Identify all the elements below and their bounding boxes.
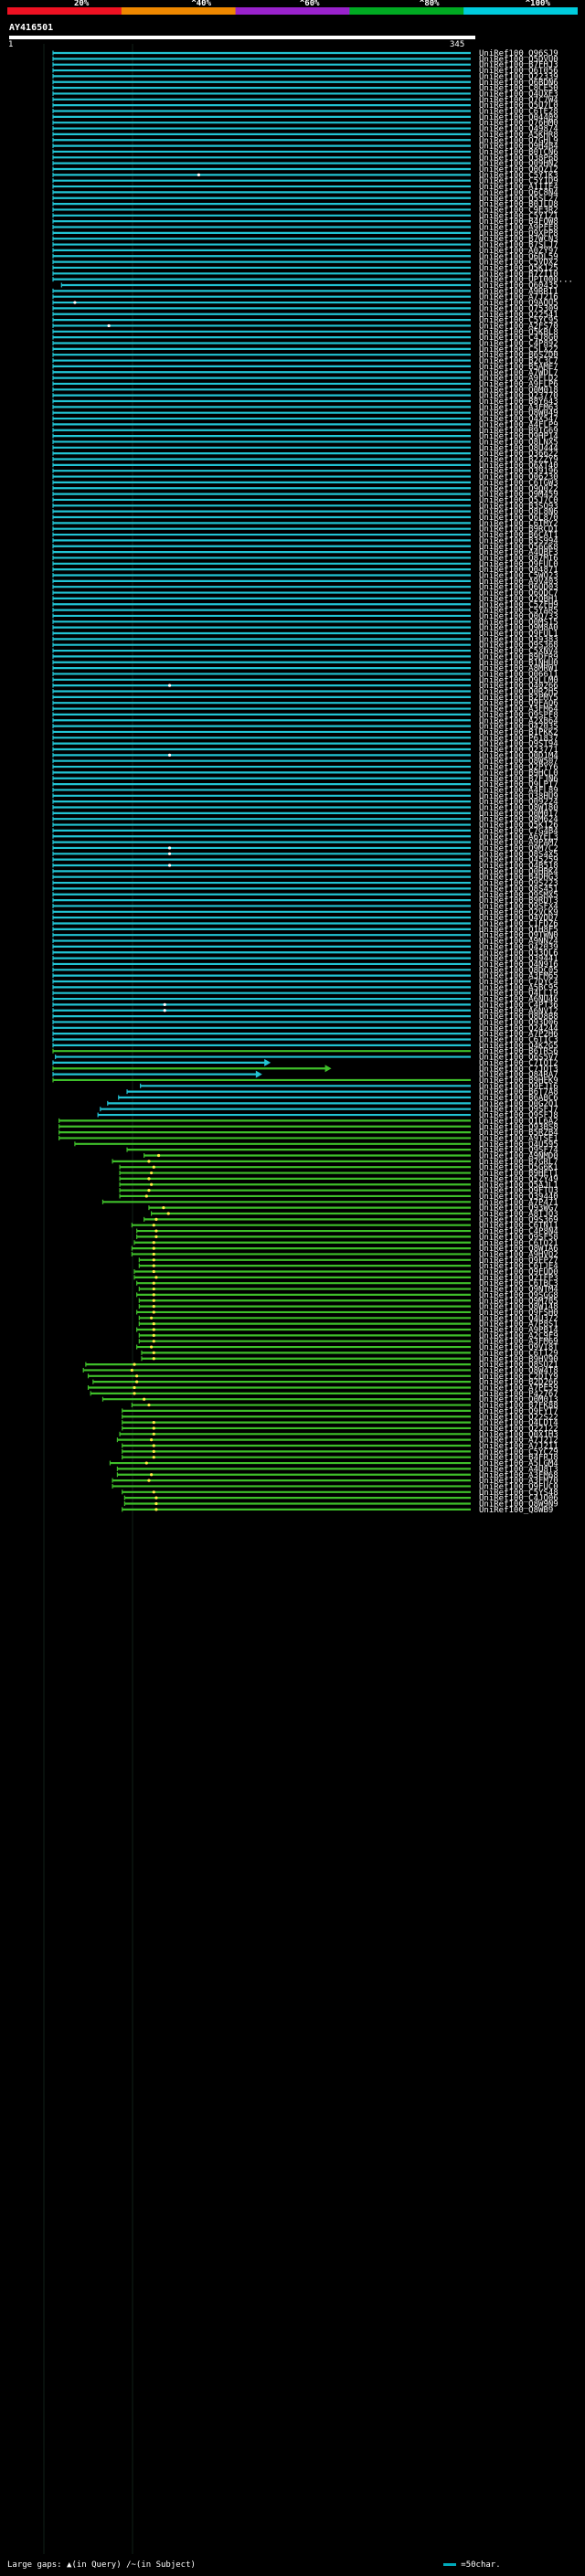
gap-marker-icon: [162, 1206, 165, 1210]
gap-marker-icon: [167, 753, 172, 757]
gap-marker-icon: [152, 1299, 155, 1302]
gap-marker-icon: [144, 1194, 148, 1198]
gap-marker-icon: [152, 1252, 155, 1256]
gap-marker-icon: [152, 1340, 155, 1343]
gap-marker-icon: [130, 1368, 133, 1373]
query-gap-text: (in Query): [71, 2560, 122, 2570]
legend-scale-text: =50char.: [461, 2560, 501, 2570]
gap-marker-icon: [152, 1357, 155, 1361]
gap-marker-icon: [147, 1403, 151, 1407]
gap-marker-icon: [152, 1351, 155, 1354]
gap-marker-icon: [152, 1456, 155, 1459]
gap-marker-icon: [156, 1153, 161, 1158]
gap-marker-icon: [152, 1310, 155, 1314]
gap-marker-icon: [152, 1444, 155, 1447]
gap-marker-icon: [154, 1496, 158, 1500]
gap-marker-icon: [152, 1293, 155, 1297]
gap-marker-icon: [133, 1362, 136, 1366]
subject-gap-text: (in Subject): [135, 2560, 196, 2570]
gap-marker-icon: [144, 1461, 148, 1465]
gap-marker-icon: [147, 1479, 151, 1482]
gap-marker-icon: [167, 684, 172, 687]
gap-marker-icon: [133, 1392, 136, 1395]
gap-marker-icon: [135, 1380, 139, 1383]
gap-marker-icon: [152, 1421, 155, 1425]
truncation-arrow-icon: [324, 1065, 332, 1073]
hit-row[interactable]: UniRef100_Q8WB9: [122, 1506, 554, 1515]
gap-marker-icon: [150, 1171, 154, 1175]
gap-marker-icon: [166, 1212, 170, 1215]
gap-marker-icon: [152, 1490, 155, 1494]
gap-marker-icon: [152, 1258, 155, 1262]
gap-marker-icon: [152, 1328, 155, 1331]
gap-marker-icon: [150, 1345, 154, 1349]
gap-marker-icon: [152, 1287, 155, 1291]
gap-marker-icon: [163, 1009, 166, 1012]
gap-marker-icon: [147, 1189, 151, 1193]
gap-marker-icon: [152, 1241, 155, 1245]
alignment-hits: UniRef100_Q96SJ9UniRef100_Q5DVU0UniRef10…: [43, 44, 573, 2554]
gap-marker-icon: [152, 1224, 155, 1227]
gap-marker-icon: [154, 1501, 158, 1506]
gap-marker-icon: [150, 1316, 154, 1320]
truncation-arrow-icon: [255, 1070, 262, 1078]
gap-marker-icon: [152, 1264, 155, 1267]
gap-marker-icon: [152, 1281, 155, 1285]
gap-marker-icon: [167, 852, 172, 855]
gap-marker-icon: [152, 1432, 155, 1436]
legend-footer: Large gaps: ▲(in Query) /~(in Subject) =…: [7, 2560, 501, 2570]
gap-marker-icon: [107, 323, 111, 328]
gap-marker-icon: [152, 1305, 155, 1309]
truncation-arrow-icon: [264, 1058, 271, 1066]
gap-marker-icon: [152, 1426, 155, 1430]
gap-marker-icon: [152, 1269, 155, 1274]
gap-marker-icon: [167, 846, 172, 850]
gap-marker-icon: [154, 1229, 158, 1233]
gap-marker-icon: [147, 1177, 151, 1181]
gap-marker-icon: [143, 1397, 146, 1401]
gap-marker-icon: [152, 1165, 155, 1169]
gap-marker-icon: [152, 1322, 155, 1326]
legend-swatch: [442, 2563, 456, 2566]
gap-marker-icon: [152, 1333, 155, 1337]
gap-marker-icon: [135, 1374, 139, 1378]
gap-marker-icon: [150, 1473, 154, 1477]
gap-marker-icon: [154, 1217, 158, 1221]
gap-marker-icon: [152, 1246, 155, 1250]
gap-marker-icon: [197, 173, 201, 176]
gap-marker-icon: [152, 1449, 155, 1453]
gap-marker-icon: [73, 301, 77, 304]
gap-marker-icon: [154, 1235, 158, 1238]
gap-marker-icon: [163, 1002, 166, 1006]
gap-marker-icon: [147, 1160, 151, 1163]
hit-label[interactable]: UniRef100_Q8WB9: [479, 1506, 553, 1515]
gap-marker-icon: [133, 1385, 136, 1390]
gap-marker-icon: [154, 1276, 158, 1279]
gap-marker-icon: [150, 1438, 154, 1442]
gap-marker-icon: [154, 1508, 158, 1511]
gap-marker-icon: [167, 864, 172, 867]
legend-prefix: Large gaps:: [7, 2560, 62, 2570]
subject-gap-icon: /~: [126, 2560, 136, 2570]
gap-marker-icon: [150, 1182, 154, 1186]
